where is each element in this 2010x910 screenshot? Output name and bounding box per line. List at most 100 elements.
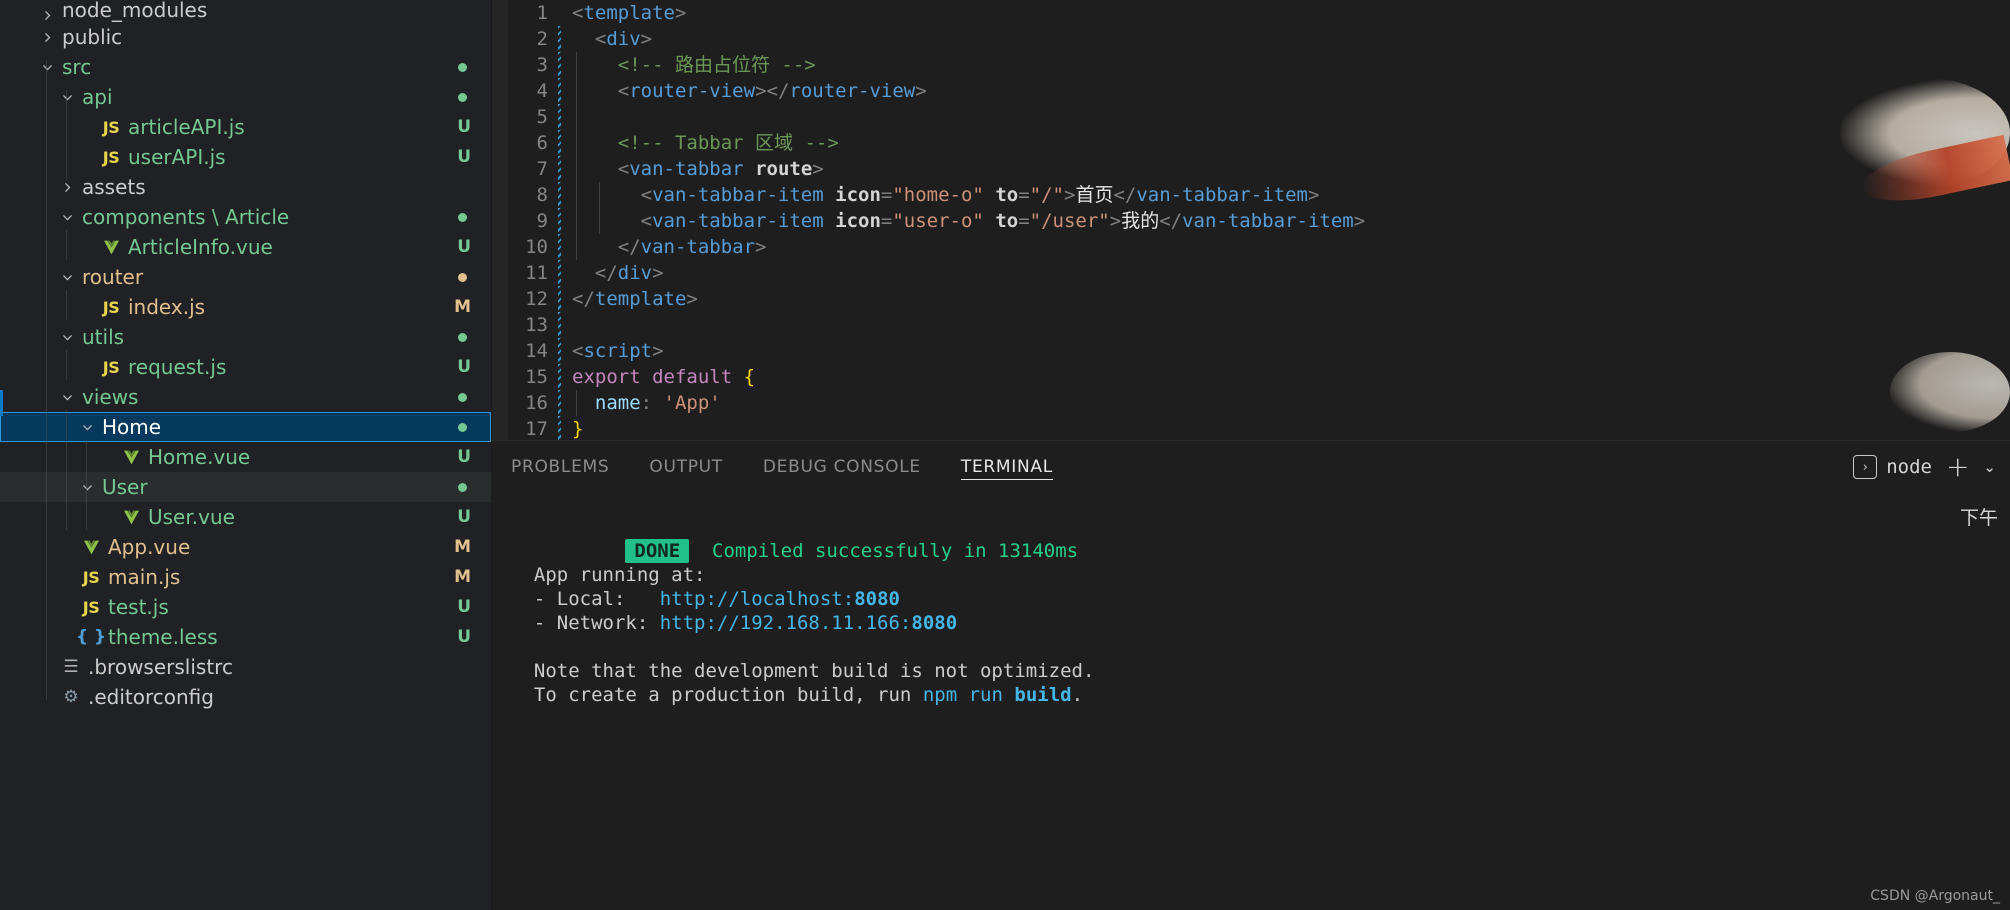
fold-indicator[interactable]	[558, 416, 561, 440]
new-terminal-button[interactable]: +	[1946, 453, 1969, 481]
tree-item[interactable]: JS main.js M	[0, 562, 491, 592]
code-line[interactable]: 1 <template>	[492, 0, 2010, 26]
vscode-window: node_modules public src api JS articleAPI.js U…	[0, 0, 2010, 910]
fold-indicator[interactable]	[558, 260, 561, 286]
chevron-right-icon[interactable]	[36, 9, 58, 22]
tree-item[interactable]: { } theme.less U	[0, 622, 491, 652]
chevron-down-icon[interactable]	[76, 481, 98, 494]
code-line[interactable]: 16 name: 'App'	[492, 390, 2010, 416]
chevron-down-icon[interactable]	[56, 91, 78, 104]
chevron-right-icon[interactable]	[36, 31, 58, 44]
code-line-text: <van-tabbar-item icon="home-o" to="/">首页…	[640, 184, 1320, 206]
git-status-badge: U	[457, 117, 471, 137]
chevron-down-icon[interactable]: ⌄	[1983, 458, 1996, 476]
fold-indicator[interactable]	[558, 234, 561, 260]
fold-indicator[interactable]	[558, 156, 561, 182]
tree-item[interactable]: assets	[0, 172, 491, 202]
line-number: 8	[536, 184, 548, 206]
code-line[interactable]: 6 <!-- Tabbar 区域 -->	[492, 130, 2010, 156]
tree-item[interactable]: JS index.js M	[0, 292, 491, 322]
code-line[interactable]: 5	[492, 104, 2010, 130]
code-line[interactable]: 14 <script>	[492, 338, 2010, 364]
fold-indicator[interactable]	[558, 208, 561, 234]
code-line[interactable]: 3 <!-- 路由占位符 -->	[492, 52, 2010, 78]
panel-tab-output[interactable]: OUTPUT	[649, 441, 723, 493]
code-line[interactable]: 10 </van-tabbar>	[492, 234, 2010, 260]
line-number: 3	[536, 54, 548, 76]
panel-tab-bar[interactable]: PROBLEMS OUTPUT DEBUG CONSOLE TERMINAL	[492, 441, 2010, 493]
code-line[interactable]: 2 <div>	[492, 26, 2010, 52]
tree-item[interactable]: App.vue M	[0, 532, 491, 562]
tree-item[interactable]: Home	[0, 412, 491, 442]
terminal-shell-selector[interactable]: › node	[1853, 455, 1932, 479]
tree-item-label: assets	[82, 175, 146, 199]
tree-item[interactable]: utils	[0, 322, 491, 352]
fold-indicator[interactable]	[558, 390, 561, 416]
fold-indicator[interactable]	[558, 364, 561, 390]
terminal-output[interactable]: DONE Compiled successfully in 13140ms Ap…	[492, 493, 2010, 707]
tree-item[interactable]: ⚙ .editorconfig	[0, 682, 491, 712]
file-tree[interactable]: node_modules public src api JS articleAPI.js U…	[0, 0, 491, 712]
code-line[interactable]: 17}	[492, 416, 2010, 440]
tree-item[interactable]: ArticleInfo.vue U	[0, 232, 491, 262]
panel-tab-problems[interactable]: PROBLEMS	[511, 441, 609, 493]
chevron-down-icon[interactable]	[56, 391, 78, 404]
tree-item[interactable]: ☰ .browserslistrc	[0, 652, 491, 682]
gear-icon: ⚙	[63, 687, 79, 707]
chevron-down-icon[interactable]	[76, 421, 98, 434]
line-number: 12	[525, 288, 548, 310]
tree-item-label: index.js	[128, 295, 206, 319]
git-status-dot	[458, 272, 467, 282]
code-line[interactable]: 15 export default {	[492, 364, 2010, 390]
chevron-down-icon[interactable]	[36, 61, 58, 74]
tree-item-label: .editorconfig	[88, 685, 214, 709]
fold-indicator[interactable]	[558, 104, 561, 130]
tree-item[interactable]: views	[0, 382, 491, 412]
panel-tab-debug-console[interactable]: DEBUG CONSOLE	[763, 441, 921, 493]
git-status-dot	[458, 92, 467, 102]
tree-item[interactable]: JS request.js U	[0, 352, 491, 382]
js-file-icon: JS	[82, 567, 100, 587]
tree-item[interactable]: components \ Article	[0, 202, 491, 232]
code-editor[interactable]: 1 <template> 2 <div> 3 <!-- 路由占位符 --> 4 <rou…	[492, 0, 2010, 440]
code-line[interactable]: 13	[492, 312, 2010, 338]
panel-tab-terminal[interactable]: TERMINAL	[960, 441, 1053, 493]
tree-item[interactable]: User	[0, 472, 491, 502]
code-line[interactable]: 11 </div>	[492, 260, 2010, 286]
chevron-down-icon[interactable]	[56, 271, 78, 284]
chevron-right-icon[interactable]	[56, 181, 78, 194]
tree-item[interactable]: public	[0, 22, 491, 52]
fold-indicator[interactable]	[558, 286, 561, 312]
fold-indicator[interactable]	[558, 312, 561, 338]
tree-item[interactable]: router	[0, 262, 491, 292]
fold-indicator[interactable]	[558, 26, 561, 52]
git-status-badge: U	[457, 357, 471, 377]
tree-item-label: router	[82, 265, 144, 289]
tree-item[interactable]: Home.vue U	[0, 442, 491, 472]
code-line[interactable]: 4 <router-view></router-view>	[492, 78, 2010, 104]
fold-indicator[interactable]	[558, 338, 561, 364]
code-line-text: export default {	[572, 366, 756, 388]
tree-item[interactable]: node_modules	[0, 0, 491, 22]
tree-item[interactable]: JS articleAPI.js U	[0, 112, 491, 142]
fold-indicator[interactable]	[558, 182, 561, 208]
chevron-down-icon[interactable]	[56, 331, 78, 344]
code-line-text: </van-tabbar>	[617, 236, 767, 258]
code-line-text: <van-tabbar route>	[617, 158, 824, 180]
code-line[interactable]: 9 <van-tabbar-item icon="user-o" to="/us…	[492, 208, 2010, 234]
tree-item[interactable]: User.vue U	[0, 502, 491, 532]
code-line[interactable]: 7 <van-tabbar route>	[492, 156, 2010, 182]
code-line[interactable]: 8 <van-tabbar-item icon="home-o" to="/">…	[492, 182, 2010, 208]
git-status-dot	[458, 332, 467, 342]
chevron-down-icon[interactable]	[56, 211, 78, 224]
tree-item[interactable]: JS userAPI.js U	[0, 142, 491, 172]
fold-indicator[interactable]	[558, 78, 561, 104]
code-line[interactable]: 12 </template>	[492, 286, 2010, 312]
fold-indicator[interactable]	[558, 52, 561, 78]
fold-indicator[interactable]	[558, 130, 561, 156]
terminal-line: Note that the development build is not o…	[511, 660, 1095, 682]
tree-item[interactable]: api	[0, 82, 491, 112]
tree-item[interactable]: JS test.js U	[0, 592, 491, 622]
tree-item[interactable]: src	[0, 52, 491, 82]
bottom-panel: PROBLEMS OUTPUT DEBUG CONSOLE TERMINAL › no…	[492, 440, 2010, 910]
